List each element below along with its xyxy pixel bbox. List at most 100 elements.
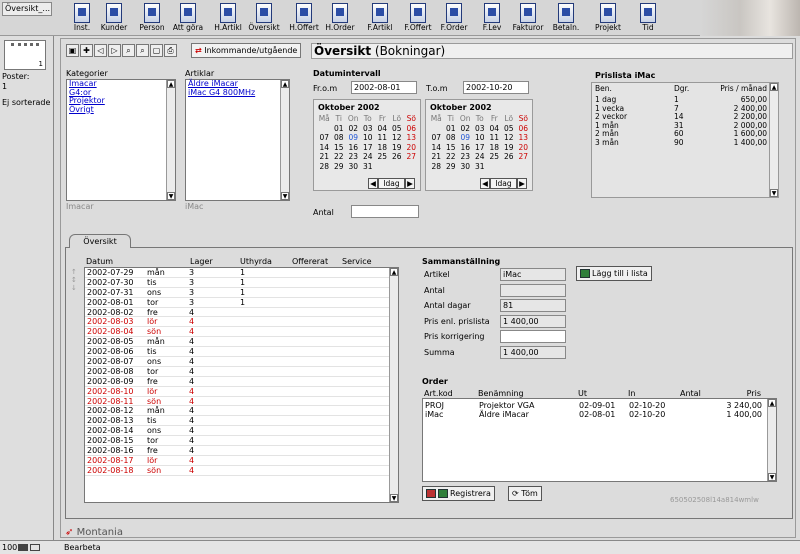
calendar-day[interactable]: 04 xyxy=(487,124,502,134)
print-icon[interactable]: ⎙ xyxy=(164,44,177,57)
calendar-day[interactable]: 22 xyxy=(444,152,459,162)
order-scrollbar[interactable]: ▲ ▼ xyxy=(767,399,776,481)
calendar-day[interactable]: 02 xyxy=(458,124,473,134)
toolbar-order-f-button[interactable]: F.Order xyxy=(436,3,472,33)
calendar-day[interactable]: 30 xyxy=(346,162,361,172)
table-row[interactable]: 2002-08-03 lör 4 xyxy=(85,317,398,328)
table-row[interactable]: 2002-08-18 sön 4 xyxy=(85,466,398,476)
price-list-scrollbar[interactable]: ▲ ▼ xyxy=(769,83,778,197)
table-row[interactable]: 2002-08-11 sön 4 xyxy=(85,397,398,407)
first-record-icon[interactable]: ◁ xyxy=(94,44,107,57)
scroll-up-icon[interactable]: ▲ xyxy=(281,80,289,88)
table-row[interactable]: 2002-08-01 tor 3 1 xyxy=(85,298,398,308)
toolbar-time-button[interactable]: Tid xyxy=(630,3,666,33)
clear-button[interactable]: ⟳ Töm xyxy=(508,486,542,501)
calendar-day[interactable]: 12 xyxy=(502,133,517,143)
next-month-icon[interactable]: ▶ xyxy=(517,178,527,189)
scroll-down-icon[interactable]: ▼ xyxy=(281,192,289,200)
table-row[interactable]: 2002-07-31 ons 3 1 xyxy=(85,288,398,298)
add-record-icon[interactable]: ✚ xyxy=(80,44,93,57)
artiklar-scrollbar[interactable]: ▲ ▼ xyxy=(280,80,289,200)
calendar-day[interactable]: 29 xyxy=(444,162,459,172)
calendar-day[interactable]: 26 xyxy=(390,152,405,162)
calendar-grid[interactable]: Må Ti On To Fr Lö Sö 01 02 03 04 05 06 07 08 09 10 11 12 13… xyxy=(429,114,531,171)
prev-month-icon[interactable]: ◀ xyxy=(480,178,490,189)
calendar-day[interactable]: 19 xyxy=(390,143,405,153)
scroll-up-icon[interactable]: ▲ xyxy=(770,83,778,91)
prev-record-icon[interactable]: ▷ xyxy=(108,44,121,57)
scroll-up-icon[interactable]: ▲ xyxy=(167,80,175,88)
calendar-day[interactable]: 06 xyxy=(404,124,419,134)
calendar-day[interactable]: 22 xyxy=(332,152,347,162)
calendar-day[interactable]: 28 xyxy=(317,162,332,172)
toolbar-invoice-button[interactable]: Fakturor xyxy=(510,3,546,33)
calendar-day[interactable]: 17 xyxy=(361,143,376,153)
calendar-day[interactable]: 19 xyxy=(502,143,517,153)
scroll-down-icon[interactable]: ▼ xyxy=(390,494,398,502)
table-row[interactable]: 2002-07-29 mån 3 1 xyxy=(85,268,398,278)
calendar-day[interactable]: 17 xyxy=(473,143,488,153)
from-date-field[interactable]: 2002-08-01 xyxy=(351,81,417,94)
calendar-day[interactable]: 09 xyxy=(458,133,473,143)
register-button[interactable]: Registrera xyxy=(422,486,495,501)
toolbar-offer-button[interactable]: H.Offert xyxy=(286,3,322,33)
table-row[interactable]: 2002-08-06 tis 4 xyxy=(85,347,398,358)
calendar-day[interactable]: 30 xyxy=(458,162,473,172)
calendar-day[interactable]: 02 xyxy=(346,124,361,134)
calendar-day[interactable]: 24 xyxy=(473,152,488,162)
antal-field[interactable] xyxy=(351,205,419,218)
calendar-day[interactable]: 14 xyxy=(429,143,444,153)
table-row[interactable]: 2002-08-08 tor 4 xyxy=(85,367,398,377)
list-item[interactable]: Övrigt xyxy=(67,105,175,115)
table-row[interactable]: 2002-08-10 lör 4 xyxy=(85,387,398,397)
calendar-day[interactable]: 24 xyxy=(361,152,376,162)
zoom-level[interactable]: 100 xyxy=(2,541,17,554)
table-row[interactable]: 2002-08-12 mån 4 xyxy=(85,406,398,417)
toolbar-article-button[interactable]: H.Artikl xyxy=(210,3,246,33)
zoom-icon[interactable] xyxy=(18,544,28,551)
calendar-day[interactable]: 21 xyxy=(317,152,332,162)
order-list[interactable]: PROJ Projektor VGA 02-09-01 02-10-20 3 240,0… xyxy=(422,398,777,482)
overview-list[interactable]: 2002-07-29 mån 3 1 2002-07-30 tis 3 1 2002-07-31… xyxy=(84,267,399,503)
calendar-day[interactable]: 15 xyxy=(444,143,459,153)
toolbar-delivery-button[interactable]: F.Lev xyxy=(474,3,510,33)
table-row[interactable]: 2002-08-02 fre 4 xyxy=(85,308,398,318)
calendar-day[interactable]: 13 xyxy=(404,133,419,143)
calendar-day[interactable]: 16 xyxy=(458,143,473,153)
toolbar-customers-button[interactable]: Kunder xyxy=(96,3,132,33)
to-calendar[interactable]: Oktober 2002 Må Ti On To Fr Lö Sö 01 02 03 04 05 06 0… xyxy=(425,99,533,191)
calendar-day[interactable]: 29 xyxy=(332,162,347,172)
new-record-icon[interactable]: ▣ xyxy=(66,44,79,57)
calendar-day[interactable]: 10 xyxy=(473,133,488,143)
calendar-day[interactable]: 01 xyxy=(332,124,347,134)
table-row[interactable]: 2002-08-14 ons 4 xyxy=(85,426,398,437)
prev-month-icon[interactable]: ◀ xyxy=(368,178,378,189)
calendar-day[interactable]: 08 xyxy=(332,133,347,143)
table-row[interactable]: 2002-08-16 fre 4 xyxy=(85,446,398,456)
calendar-day[interactable]: 01 xyxy=(444,124,459,134)
tab-oversikt[interactable]: Översikt xyxy=(69,234,131,248)
calendar-day[interactable]: 03 xyxy=(361,124,376,134)
calendar-day[interactable]: 11 xyxy=(487,133,502,143)
calendar-day[interactable]: 18 xyxy=(487,143,502,153)
calendar-day[interactable]: 18 xyxy=(375,143,390,153)
calendar-day[interactable]: 04 xyxy=(375,124,390,134)
calendar-day[interactable]: 21 xyxy=(429,152,444,162)
toolbar-todo-button[interactable]: Att göra xyxy=(170,3,206,33)
toolbar-article-f-button[interactable]: F.Artikl xyxy=(362,3,398,33)
blank-page-icon[interactable]: ▢ xyxy=(150,44,163,57)
calendar-day[interactable]: 20 xyxy=(516,143,531,153)
calendar-day[interactable]: 14 xyxy=(317,143,332,153)
toolbar-order-button[interactable]: H.Order xyxy=(322,3,358,33)
calendar-day[interactable]: 28 xyxy=(429,162,444,172)
notebook-icon[interactable]: 1 xyxy=(4,40,46,70)
scroll-down-icon[interactable]: ▼ xyxy=(768,473,776,481)
calendar-day[interactable]: 08 xyxy=(444,133,459,143)
table-row[interactable]: 2002-08-07 ons 4 xyxy=(85,357,398,367)
table-row[interactable]: 2002-07-30 tis 3 1 xyxy=(85,278,398,288)
table-row[interactable]: 2002-08-17 lör 4 xyxy=(85,456,398,466)
layout-icon[interactable] xyxy=(30,544,40,551)
calendar-day[interactable]: 15 xyxy=(332,143,347,153)
kategorier-list[interactable]: Imacar G4:or Projektor Övrigt ▲ ▼ xyxy=(66,79,176,201)
calendar-day[interactable]: 05 xyxy=(502,124,517,134)
